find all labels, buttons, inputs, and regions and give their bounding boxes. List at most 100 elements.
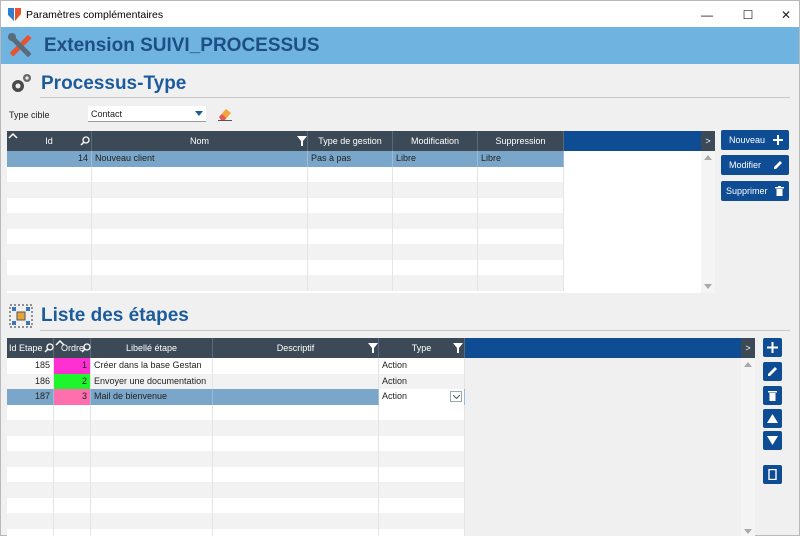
search-icon[interactable] [80,136,90,146]
document-icon [768,469,777,480]
empty-row [7,451,465,467]
processus-grid-header: Id Nom Type de gestion Modification Supp… [7,131,564,151]
move-up-button[interactable] [763,409,782,428]
search-icon[interactable] [44,343,54,353]
scroll-down-icon[interactable] [744,529,752,534]
col-header-nom[interactable]: Nom [92,131,308,151]
col-header-suppression[interactable]: Suppression [478,131,564,151]
empty-row [7,466,465,482]
cell-type-select[interactable]: Action [379,389,465,405]
modifier-button[interactable]: Modifier [721,155,789,175]
cell-id-etape: 187 [7,389,54,405]
empty-row [7,404,465,420]
move-down-button[interactable] [763,431,782,450]
vertical-scrollbar[interactable] [741,358,755,536]
empty-row [7,528,465,536]
type-cible-label: Type cible [9,110,50,120]
empty-row [7,259,564,275]
cell-ordre: 1 [54,358,91,374]
nouveau-button[interactable]: Nouveau [721,130,789,150]
col-header-descriptif[interactable]: Descriptif [213,338,379,358]
cell-type: Action [379,373,465,389]
cell-ordre: 3 [54,389,91,405]
cell-libelle: Mail de bienvenue [91,389,213,405]
section-title-processus: Processus-Type [41,73,187,94]
modifier-label: Modifier [729,160,762,170]
cell-id-etape: 185 [7,358,54,374]
supprimer-button[interactable]: Supprimer [721,181,789,201]
add-step-button[interactable] [763,338,782,357]
minimize-button[interactable]: — [692,5,722,25]
arrow-down-icon [767,436,778,445]
table-row[interactable]: 186 2 Envoyer une documentation Action [7,373,465,389]
cell-libelle: Créer dans la base Gestan [91,358,213,374]
chevron-right-icon[interactable]: > [741,338,755,358]
empty-row [7,228,564,244]
cell-ordre: 2 [54,373,91,389]
pencil-icon [774,161,782,169]
empty-row [7,166,564,182]
vertical-scrollbar[interactable] [701,151,715,293]
cell-type-gestion: Pas à pas [308,151,393,167]
empty-row [7,513,465,529]
chevron-right-icon[interactable]: > [701,131,715,151]
filter-icon[interactable] [453,343,463,353]
chevron-down-icon[interactable] [450,391,462,402]
eraser-icon[interactable] [217,107,233,121]
empty-row [7,420,465,436]
section-title-etapes: Liste des étapes [41,305,189,326]
cell-nom: Nouveau client [92,151,308,167]
scroll-up-icon[interactable] [704,155,712,160]
empty-row [7,213,564,229]
plus-icon [767,342,778,353]
cell-modification: Libre [393,151,478,167]
cell-id-etape: 186 [7,373,54,389]
edit-step-button[interactable] [763,362,782,381]
empty-row [7,182,564,198]
pencil-icon [768,367,777,376]
empty-row [7,482,465,498]
empty-row [7,244,564,260]
col-header-modification[interactable]: Modification [393,131,478,151]
sort-up-icon [55,339,65,346]
grid-header-filler [564,131,701,151]
filter-icon[interactable] [297,136,307,146]
type-cible-value: Contact [91,109,123,119]
col-header-libelle[interactable]: Libellé étape [91,338,213,358]
cell-descriptif [213,373,379,389]
plus-icon [773,135,783,145]
search-icon[interactable] [81,343,91,353]
etapes-grid-header: Id Etape Ordre Libellé étape Descriptif … [7,338,465,358]
tools-icon [8,33,32,57]
delete-step-button[interactable] [763,386,782,405]
gears-icon [12,74,31,92]
table-row[interactable]: 187 3 Mail de bienvenue Action [7,389,465,405]
scroll-down-icon[interactable] [704,284,712,289]
section-divider [40,97,790,98]
empty-row [7,197,564,213]
etapes-grid: Id Etape Ordre Libellé étape Descriptif … [7,338,755,536]
type-cible-select[interactable]: Contact [88,106,206,122]
cell-descriptif [213,389,379,405]
processus-grid: Id Nom Type de gestion Modification Supp… [7,131,715,293]
table-row[interactable]: 14 Nouveau client Pas à pas Libre Libre [7,151,564,167]
scroll-up-icon[interactable] [744,362,752,367]
filter-icon[interactable] [368,343,378,353]
app-logo-icon [8,8,21,21]
chevron-down-icon [195,111,203,116]
empty-row [7,497,465,513]
close-button[interactable]: ✕ [771,5,800,25]
section-divider [40,330,790,331]
cell-id: 14 [7,151,92,167]
document-button[interactable] [763,465,782,484]
window-titlebar: Paramètres complémentaires — ☐ ✕ [0,0,800,27]
supprimer-label: Supprimer [726,186,768,196]
col-header-type-gestion[interactable]: Type de gestion [308,131,393,151]
empty-row [7,435,465,451]
cell-libelle: Envoyer une documentation [91,373,213,389]
nouveau-label: Nouveau [729,135,766,145]
trash-icon [775,186,784,196]
table-row[interactable]: 185 1 Créer dans la base Gestan Action [7,358,465,374]
cell-suppression: Libre [478,151,564,167]
maximize-button[interactable]: ☐ [733,5,763,25]
